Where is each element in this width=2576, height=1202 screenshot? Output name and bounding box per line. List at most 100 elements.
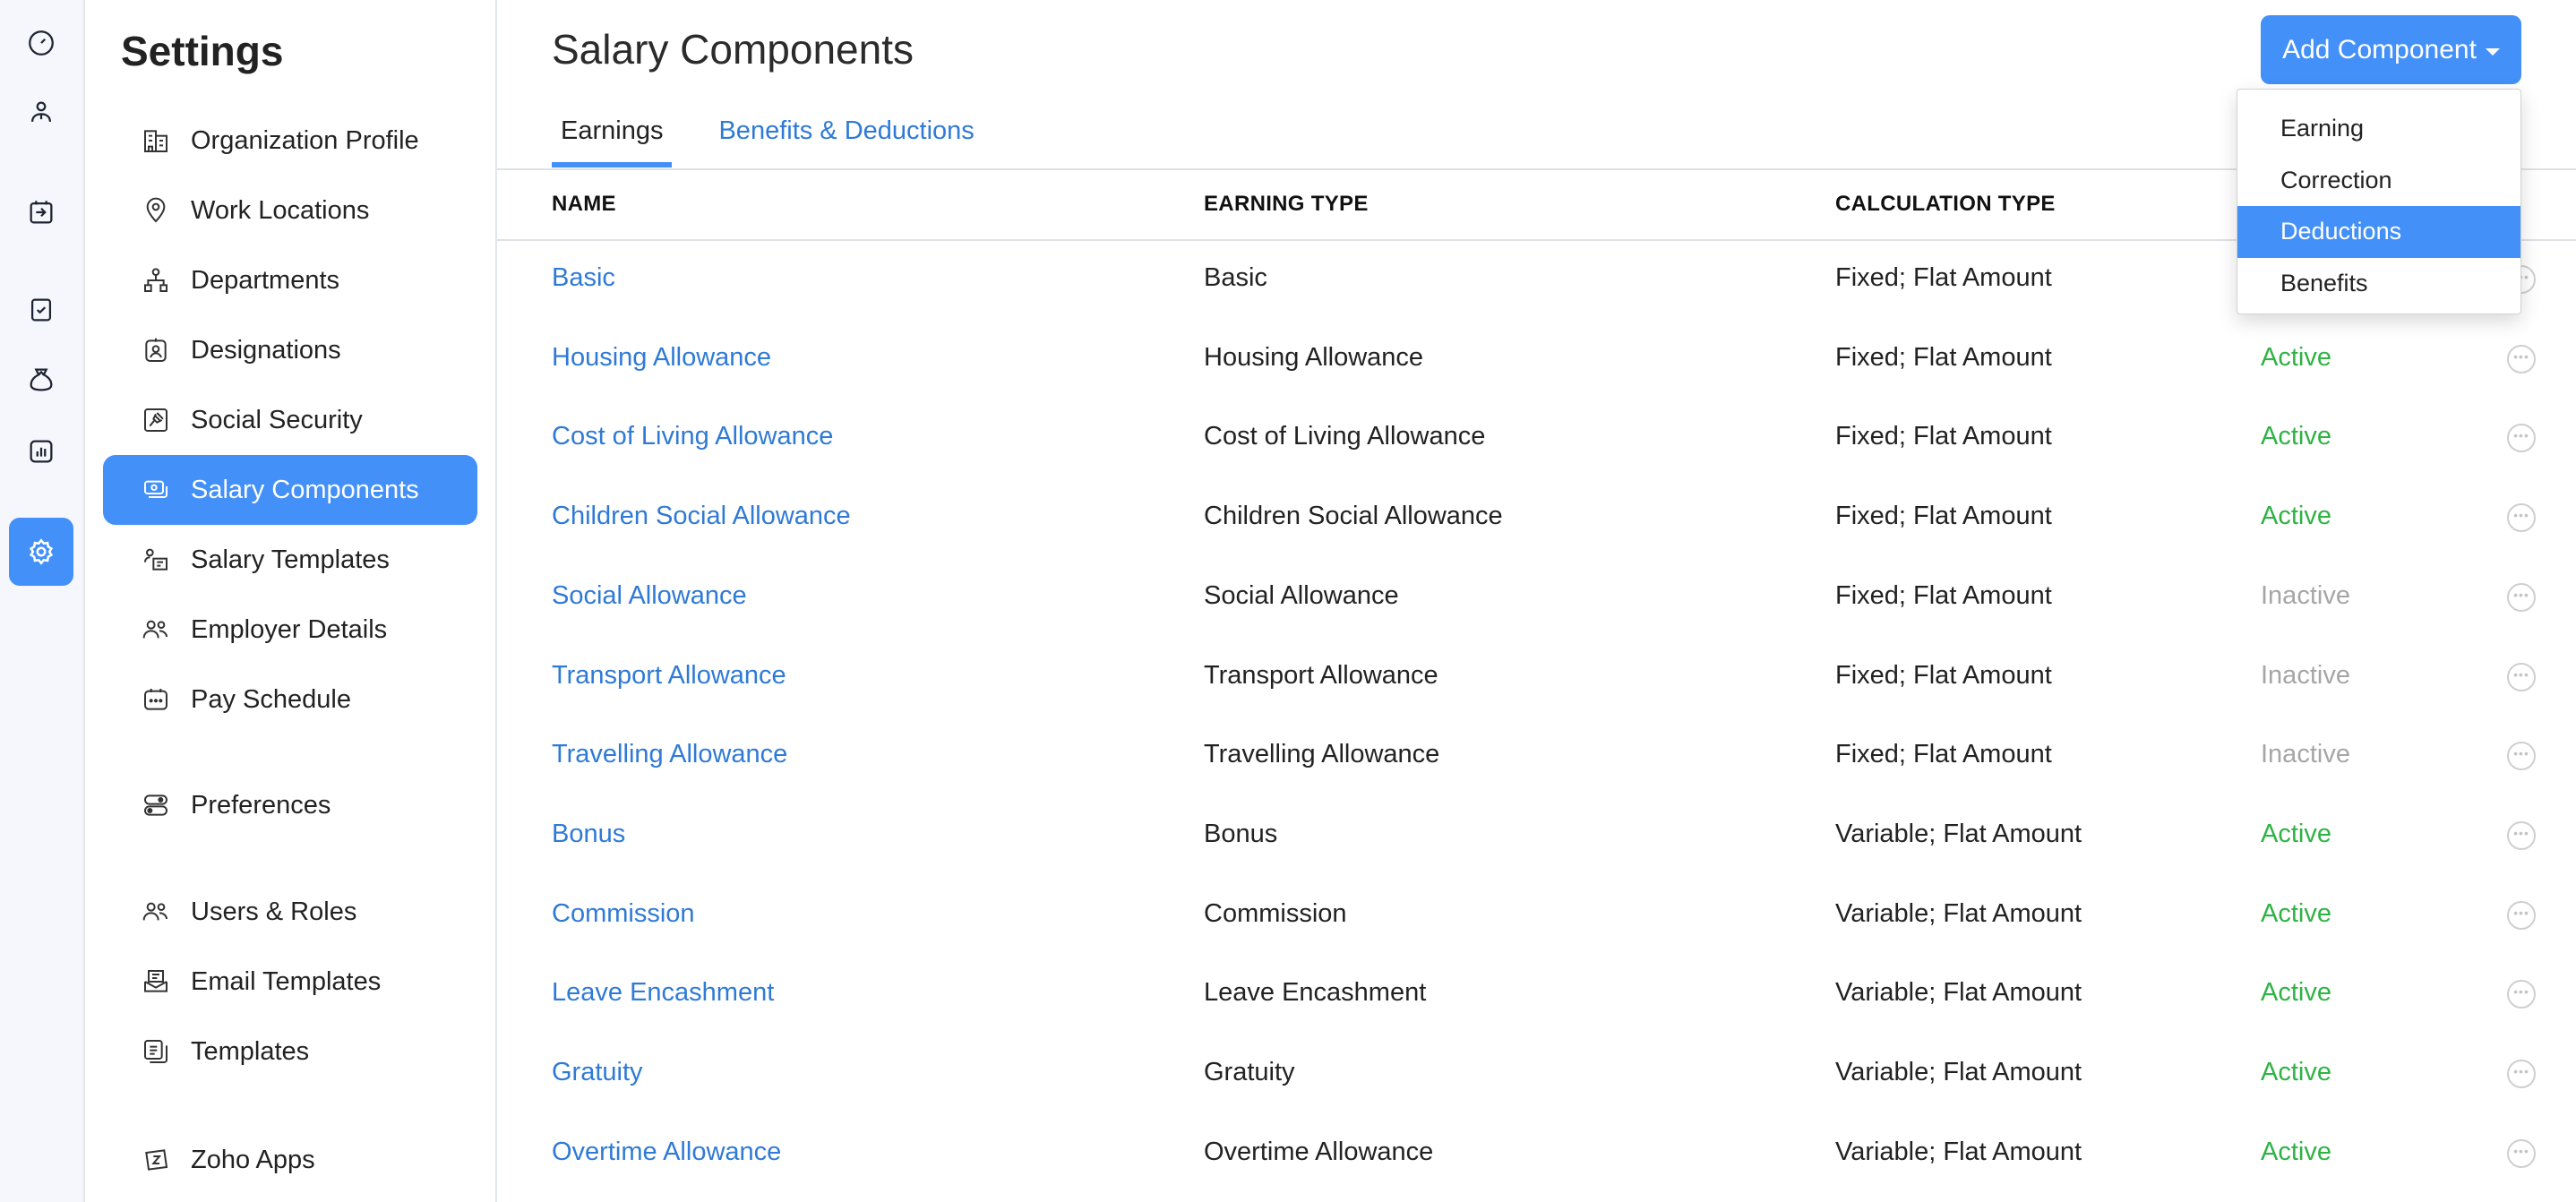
- org-chart-icon: [144, 268, 167, 292]
- component-name-link[interactable]: Overtime Allowance: [552, 1138, 781, 1167]
- column-header-earning-type[interactable]: EARNING TYPE: [1204, 192, 1369, 217]
- tab-benefits-deductions[interactable]: Benefits & Deductions: [718, 112, 983, 167]
- rail-pay-runs[interactable]: [20, 191, 63, 234]
- sidebar-item-pay-schedule[interactable]: Pay Schedule: [103, 665, 477, 734]
- sidebar-item-label: Designations: [191, 335, 341, 365]
- row-actions-button[interactable]: •••: [2507, 1060, 2536, 1088]
- row-actions-button[interactable]: •••: [2507, 503, 2536, 533]
- reports-icon: [30, 440, 53, 463]
- rail-settings[interactable]: [9, 518, 73, 586]
- component-name-link[interactable]: Gratuity: [552, 1058, 643, 1087]
- earning-type: Social Allowance: [1204, 580, 1399, 610]
- row-actions-button[interactable]: •••: [2507, 1138, 2536, 1168]
- calculation-type: Fixed; Flat Amount: [1835, 740, 2052, 769]
- earning-type: Travelling Allowance: [1204, 740, 1440, 769]
- ellipsis-icon: •••: [2513, 984, 2529, 1000]
- component-name-link[interactable]: Bonus: [552, 820, 625, 849]
- row-actions-button[interactable]: •••: [2507, 424, 2536, 453]
- calculation-type: Variable; Flat Amount: [1835, 1137, 2082, 1166]
- table-row: Travelling Allowance Travelling Allowance…: [497, 717, 2576, 796]
- sidebar-item-preferences[interactable]: Preferences: [103, 770, 477, 840]
- component-name-link[interactable]: Housing Allowance: [552, 343, 771, 373]
- tab-earnings[interactable]: Earnings: [552, 112, 673, 167]
- table-row: Social Allowance Social Allowance Fixed; F…: [497, 558, 2576, 638]
- sidebar-item-label: Social Security: [191, 405, 363, 434]
- sidebar-item-label: Salary Templates: [191, 545, 390, 574]
- component-name-link[interactable]: Travelling Allowance: [552, 740, 787, 769]
- component-name-link[interactable]: Cost of Living Allowance: [552, 422, 833, 451]
- rail-approvals[interactable]: [20, 288, 63, 331]
- ellipsis-icon: •••: [2513, 348, 2529, 364]
- pay-runs-icon: [30, 201, 53, 224]
- column-header-calculation-type[interactable]: CALCULATION TYPE: [1835, 192, 2056, 217]
- sidebar-item-employer-details[interactable]: Employer Details: [103, 595, 477, 665]
- row-actions-button[interactable]: •••: [2507, 820, 2536, 850]
- row-actions-button[interactable]: •••: [2507, 662, 2536, 691]
- earning-type: Leave Encashment: [1204, 978, 1427, 1008]
- sidebar-item-departments[interactable]: Departments: [103, 245, 477, 315]
- sidebar-item-label: Employer Details: [191, 614, 388, 644]
- rail-employees[interactable]: [20, 91, 63, 134]
- dropdown-item-correction[interactable]: Correction: [2237, 155, 2520, 207]
- row-actions-button[interactable]: •••: [2507, 900, 2536, 930]
- row-actions-button[interactable]: •••: [2507, 980, 2536, 1009]
- component-name-link[interactable]: Children Social Allowance: [552, 502, 851, 531]
- dropdown-item-earning[interactable]: Earning: [2237, 103, 2520, 155]
- earning-type: Housing Allowance: [1204, 342, 1424, 372]
- component-name-link[interactable]: Leave Encashment: [552, 978, 774, 1008]
- row-actions-button[interactable]: •••: [2507, 344, 2536, 373]
- earning-type: Gratuity: [1204, 1058, 1295, 1086]
- sidebar-item-templates[interactable]: Templates: [103, 1017, 477, 1086]
- rail-dashboard[interactable]: [20, 21, 63, 64]
- calculation-type: Fixed; Flat Amount: [1835, 502, 2052, 531]
- sidebar-item-email-templates[interactable]: Email Templates: [103, 947, 477, 1017]
- sidebar-item-users-roles[interactable]: Users & Roles: [103, 877, 477, 947]
- add-component-button[interactable]: Add Component: [2261, 15, 2521, 84]
- status-label: Inactive: [2261, 660, 2350, 690]
- calendar-icon: [144, 689, 167, 710]
- calculation-type: Variable; Flat Amount: [1835, 978, 2082, 1008]
- sidebar-item-social-security[interactable]: Social Security: [103, 385, 477, 455]
- sidebar-item-label: Users & Roles: [191, 897, 357, 926]
- dropdown-item-benefits[interactable]: Benefits: [2237, 258, 2520, 310]
- sidebar-item-label: Organization Profile: [191, 125, 419, 155]
- table-row: Leave Encashment Leave Encashment Variable…: [497, 955, 2576, 1035]
- ellipsis-icon: •••: [2513, 508, 2529, 523]
- ellipsis-icon: •••: [2513, 1143, 2529, 1158]
- calculation-type: Variable; Flat Amount: [1835, 819, 2082, 848]
- sidebar-item-organization-profile[interactable]: Organization Profile: [103, 106, 477, 176]
- component-name-link[interactable]: Social Allowance: [552, 581, 747, 611]
- earning-type: Basic: [1204, 263, 1267, 292]
- sidebar-item-salary-components[interactable]: Salary Components: [103, 455, 477, 525]
- user-template-icon: [144, 548, 167, 571]
- sidebar-item-work-locations[interactable]: Work Locations: [103, 176, 477, 245]
- component-name-link[interactable]: Basic: [552, 263, 615, 293]
- component-name-link[interactable]: Transport Allowance: [552, 661, 786, 691]
- page-title: Salary Components: [552, 26, 914, 73]
- calculation-type: Fixed; Flat Amount: [1835, 660, 2052, 690]
- dashboard-icon: [29, 30, 54, 56]
- table-row: Gratuity Gratuity Variable; Flat Amount Act…: [497, 1035, 2576, 1114]
- settings-title: Settings: [121, 28, 284, 74]
- ellipsis-icon: •••: [2513, 825, 2529, 840]
- status-label: Active: [2261, 1058, 2331, 1086]
- sidebar-item-salary-templates[interactable]: Salary Templates: [103, 525, 477, 595]
- toggles-icon: [144, 794, 167, 816]
- documents-icon: [144, 1040, 167, 1063]
- earning-type: Cost of Living Allowance: [1204, 422, 1486, 451]
- row-actions-button[interactable]: •••: [2507, 582, 2536, 612]
- earning-type: Commission: [1204, 898, 1347, 928]
- component-name-link[interactable]: Commission: [552, 899, 695, 929]
- dropdown-item-deductions[interactable]: Deductions: [2237, 206, 2520, 258]
- column-header-name[interactable]: NAME: [552, 192, 616, 217]
- rail-loans[interactable]: [20, 358, 63, 401]
- status-label: Active: [2261, 1137, 2331, 1166]
- rail-reports[interactable]: [20, 430, 63, 473]
- sidebar-item-zoho-apps[interactable]: Zoho Apps: [103, 1125, 477, 1195]
- zoho-icon: [145, 1149, 168, 1171]
- sidebar-item-designations[interactable]: Designations: [103, 315, 477, 385]
- table-row: Transport Allowance Transport Allowance Fi…: [497, 638, 2576, 717]
- main-content: Salary Components Earnings Benefits & De…: [497, 0, 2576, 1202]
- row-actions-button[interactable]: •••: [2507, 742, 2536, 771]
- location-pin-icon: [146, 197, 166, 223]
